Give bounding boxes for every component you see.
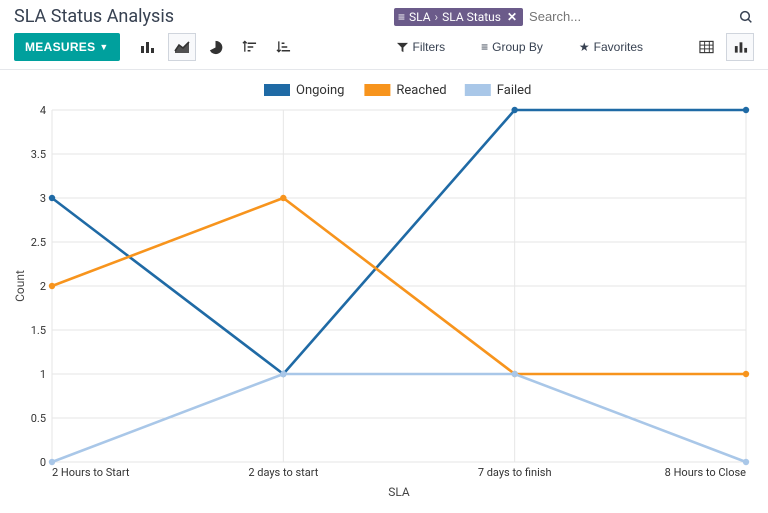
measures-label: MEASURES [25,40,95,54]
chart-area: Ongoing Reached Failed 0 0.5 1 1.5 2 2.5 3 3.5 4 2 H… [0,70,768,508]
sort-desc-icon [242,40,257,54]
favorites-label: Favorites [594,40,643,54]
page-title: SLA Status Analysis [14,6,174,27]
y-tick-label: 2 [40,280,46,293]
search-icon[interactable] [738,9,754,25]
groupby-button[interactable]: ≡ Group By [472,34,552,60]
pie-chart-button[interactable] [202,33,230,61]
y-tick-label: 0 [40,456,46,469]
legend-swatch[interactable] [465,84,491,96]
star-icon: ★ [579,40,590,54]
y-tick-label: 0.5 [31,412,46,425]
search-input[interactable] [529,9,732,24]
data-point[interactable] [511,371,517,377]
sort-asc-icon [276,40,291,54]
y-tick-label: 2.5 [31,236,46,249]
filter-group: Filters ≡ Group By ★ Favorites [388,34,652,60]
bar-chart-icon [733,40,748,54]
x-axis-label: SLA [388,485,410,499]
line-chart: Ongoing Reached Failed 0 0.5 1 1.5 2 2.5 3 3.5 4 2 H… [12,80,756,500]
chart-type-group [134,33,298,61]
data-point[interactable] [743,371,749,377]
bar-chart-icon [140,40,156,54]
list-icon: ≡ [481,40,488,54]
data-point[interactable] [280,195,286,201]
list-icon: ≡ [398,10,405,24]
y-axis-label: Count [13,270,27,302]
legend-label[interactable]: Failed [497,83,532,98]
table-icon [699,40,714,54]
sort-desc-button[interactable] [236,33,264,61]
legend-label[interactable]: Reached [396,83,446,98]
line-chart-button[interactable] [168,33,196,61]
remove-tag-button[interactable]: ✕ [505,10,519,24]
y-tick-label: 3 [40,192,46,205]
data-point[interactable] [280,371,286,377]
line-chart-icon [174,40,190,54]
legend-swatch[interactable] [364,84,390,96]
data-point[interactable] [743,107,749,113]
search-area: ≡ SLA › SLA Status ✕ [394,8,754,26]
bar-chart-button[interactable] [134,33,162,61]
legend-label[interactable]: Ongoing [296,83,344,98]
chevron-down-icon: ▼ [99,42,108,52]
y-tick-label: 1.5 [31,324,46,337]
x-tick-label: 2 Hours to Start [52,466,130,479]
filters-label: Filters [412,40,445,54]
filters-button[interactable]: Filters [388,34,454,60]
measures-button[interactable]: MEASURES ▼ [14,33,120,61]
y-tick-label: 4 [40,104,46,117]
search-filter-tag[interactable]: ≡ SLA › SLA Status ✕ [394,8,523,26]
y-tick-label: 3.5 [31,148,46,161]
legend-swatch[interactable] [264,84,290,96]
x-tick-label: 7 days to finish [478,466,552,479]
sort-asc-button[interactable] [270,33,298,61]
data-point[interactable] [49,195,55,201]
search-tag-prefix: SLA [409,10,431,24]
x-tick-label: 2 days to start [248,466,318,479]
data-point[interactable] [49,459,55,465]
x-tick-label: 8 Hours to Close [665,466,747,479]
favorites-button[interactable]: ★ Favorites [570,34,652,60]
view-switch-group [692,33,754,61]
pivot-view-button[interactable] [692,33,720,61]
pie-chart-icon [208,40,223,55]
groupby-label: Group By [492,40,543,54]
y-tick-label: 1 [40,368,46,381]
data-point[interactable] [743,459,749,465]
data-point[interactable] [511,107,517,113]
filter-icon [397,42,408,53]
chevron-right-icon: › [435,10,439,24]
search-tag-value: SLA Status [442,10,501,24]
graph-view-button[interactable] [726,33,754,61]
data-point[interactable] [49,283,55,289]
